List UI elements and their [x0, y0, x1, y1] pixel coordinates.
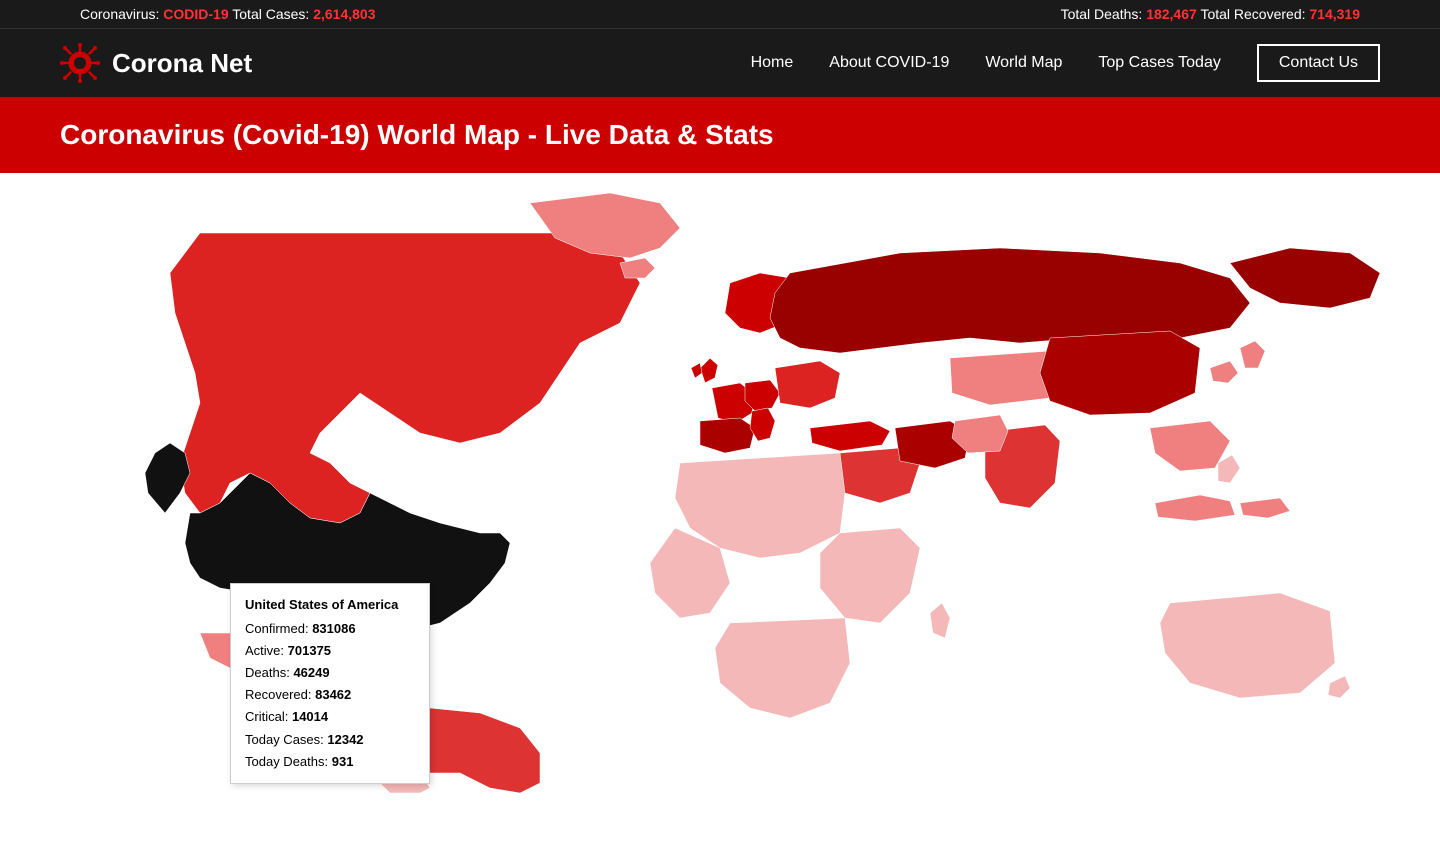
logo-icon — [60, 43, 100, 83]
ticker-bar: Coronavirus: CODID-19 Total Cases: 2,614… — [0, 0, 1440, 28]
tooltip-country-name: United States of America — [245, 594, 415, 616]
page-title: Coronavirus (Covid-19) World Map - Live … — [60, 119, 1380, 151]
canada-path[interactable] — [170, 233, 640, 523]
ticker-recovered-value: 714,319 — [1309, 6, 1360, 22]
nav-topcases[interactable]: Top Cases Today — [1098, 54, 1220, 72]
spain-path[interactable] — [700, 418, 755, 453]
logo-text: Corona Net — [112, 48, 252, 79]
tooltip-critical: Critical: 14014 — [245, 706, 415, 728]
nav-worldmap[interactable]: World Map — [985, 54, 1062, 72]
alaska-path — [145, 443, 190, 513]
italy-path[interactable] — [750, 408, 775, 441]
russia-east-path[interactable] — [1230, 248, 1380, 308]
nav-links: Home About COVID-19 World Map Top Cases … — [751, 44, 1380, 82]
madagascar-path[interactable] — [930, 603, 950, 638]
tooltip-today-deaths-value: 931 — [332, 754, 354, 769]
germany-path[interactable] — [745, 380, 780, 411]
ticker-right: Total Deaths: 182,467 Total Recovered: 7… — [1061, 6, 1360, 22]
country-tooltip: United States of America Confirmed: 8310… — [230, 583, 430, 784]
world-map-container: United States of America Confirmed: 8310… — [0, 173, 1440, 793]
ticker-covid-tag: CODID-19 — [163, 6, 228, 22]
ticker-total-cases-value: 2,614,803 — [313, 6, 375, 22]
ticker-total-cases-label: Total Cases: — [232, 6, 309, 22]
tooltip-recovered: Recovered: 83462 — [245, 684, 415, 706]
indonesia2-path[interactable] — [1240, 498, 1290, 518]
tooltip-today-cases-value: 12342 — [327, 732, 363, 747]
world-map-svg[interactable] — [0, 173, 1440, 793]
tooltip-today-deaths: Today Deaths: 931 — [245, 751, 415, 773]
eastern-europe-path[interactable] — [775, 361, 840, 408]
red-banner: Coronavirus (Covid-19) World Map - Live … — [0, 97, 1440, 173]
tooltip-today-cases: Today Cases: 12342 — [245, 729, 415, 751]
nz-path[interactable] — [1328, 676, 1350, 698]
ticker-deaths-label: Total Deaths: — [1061, 6, 1143, 22]
china-path[interactable] — [1040, 331, 1200, 415]
map-section: United States of America Confirmed: 8310… — [0, 173, 1440, 793]
uk-path[interactable] — [700, 358, 718, 383]
tooltip-critical-value: 14014 — [292, 709, 328, 724]
tooltip-deaths-value: 46249 — [293, 665, 329, 680]
tooltip-confirmed-value: 831086 — [312, 621, 355, 636]
nav-home[interactable]: Home — [751, 54, 794, 72]
philippines-path[interactable] — [1218, 455, 1240, 483]
logo[interactable]: Corona Net — [60, 43, 252, 83]
japan-path[interactable] — [1240, 341, 1265, 368]
ireland-path[interactable] — [691, 363, 702, 378]
navbar: Corona Net Home About COVID-19 World Map… — [0, 28, 1440, 97]
tooltip-confirmed: Confirmed: 831086 — [245, 618, 415, 640]
ticker-recovered-label: Total Recovered: — [1200, 6, 1305, 22]
ticker-coronavirus-label: Coronavirus: — [80, 6, 159, 22]
east-africa-path[interactable] — [820, 528, 920, 623]
nav-about[interactable]: About COVID-19 — [829, 54, 949, 72]
ticker-left: Coronavirus: CODID-19 Total Cases: 2,614… — [80, 6, 376, 22]
tooltip-recovered-value: 83462 — [315, 687, 351, 702]
southern-africa-path[interactable] — [715, 618, 850, 718]
turkey-path[interactable] — [810, 421, 890, 451]
tooltip-deaths: Deaths: 46249 — [245, 662, 415, 684]
indonesia-path[interactable] — [1155, 495, 1235, 521]
contact-us-button[interactable]: Contact Us — [1257, 44, 1380, 82]
tooltip-active-value: 701375 — [288, 643, 331, 658]
tooltip-active: Active: 701375 — [245, 640, 415, 662]
ticker-deaths-value: 182,467 — [1146, 6, 1197, 22]
korea-path[interactable] — [1210, 361, 1238, 383]
australia-path[interactable] — [1160, 593, 1335, 698]
